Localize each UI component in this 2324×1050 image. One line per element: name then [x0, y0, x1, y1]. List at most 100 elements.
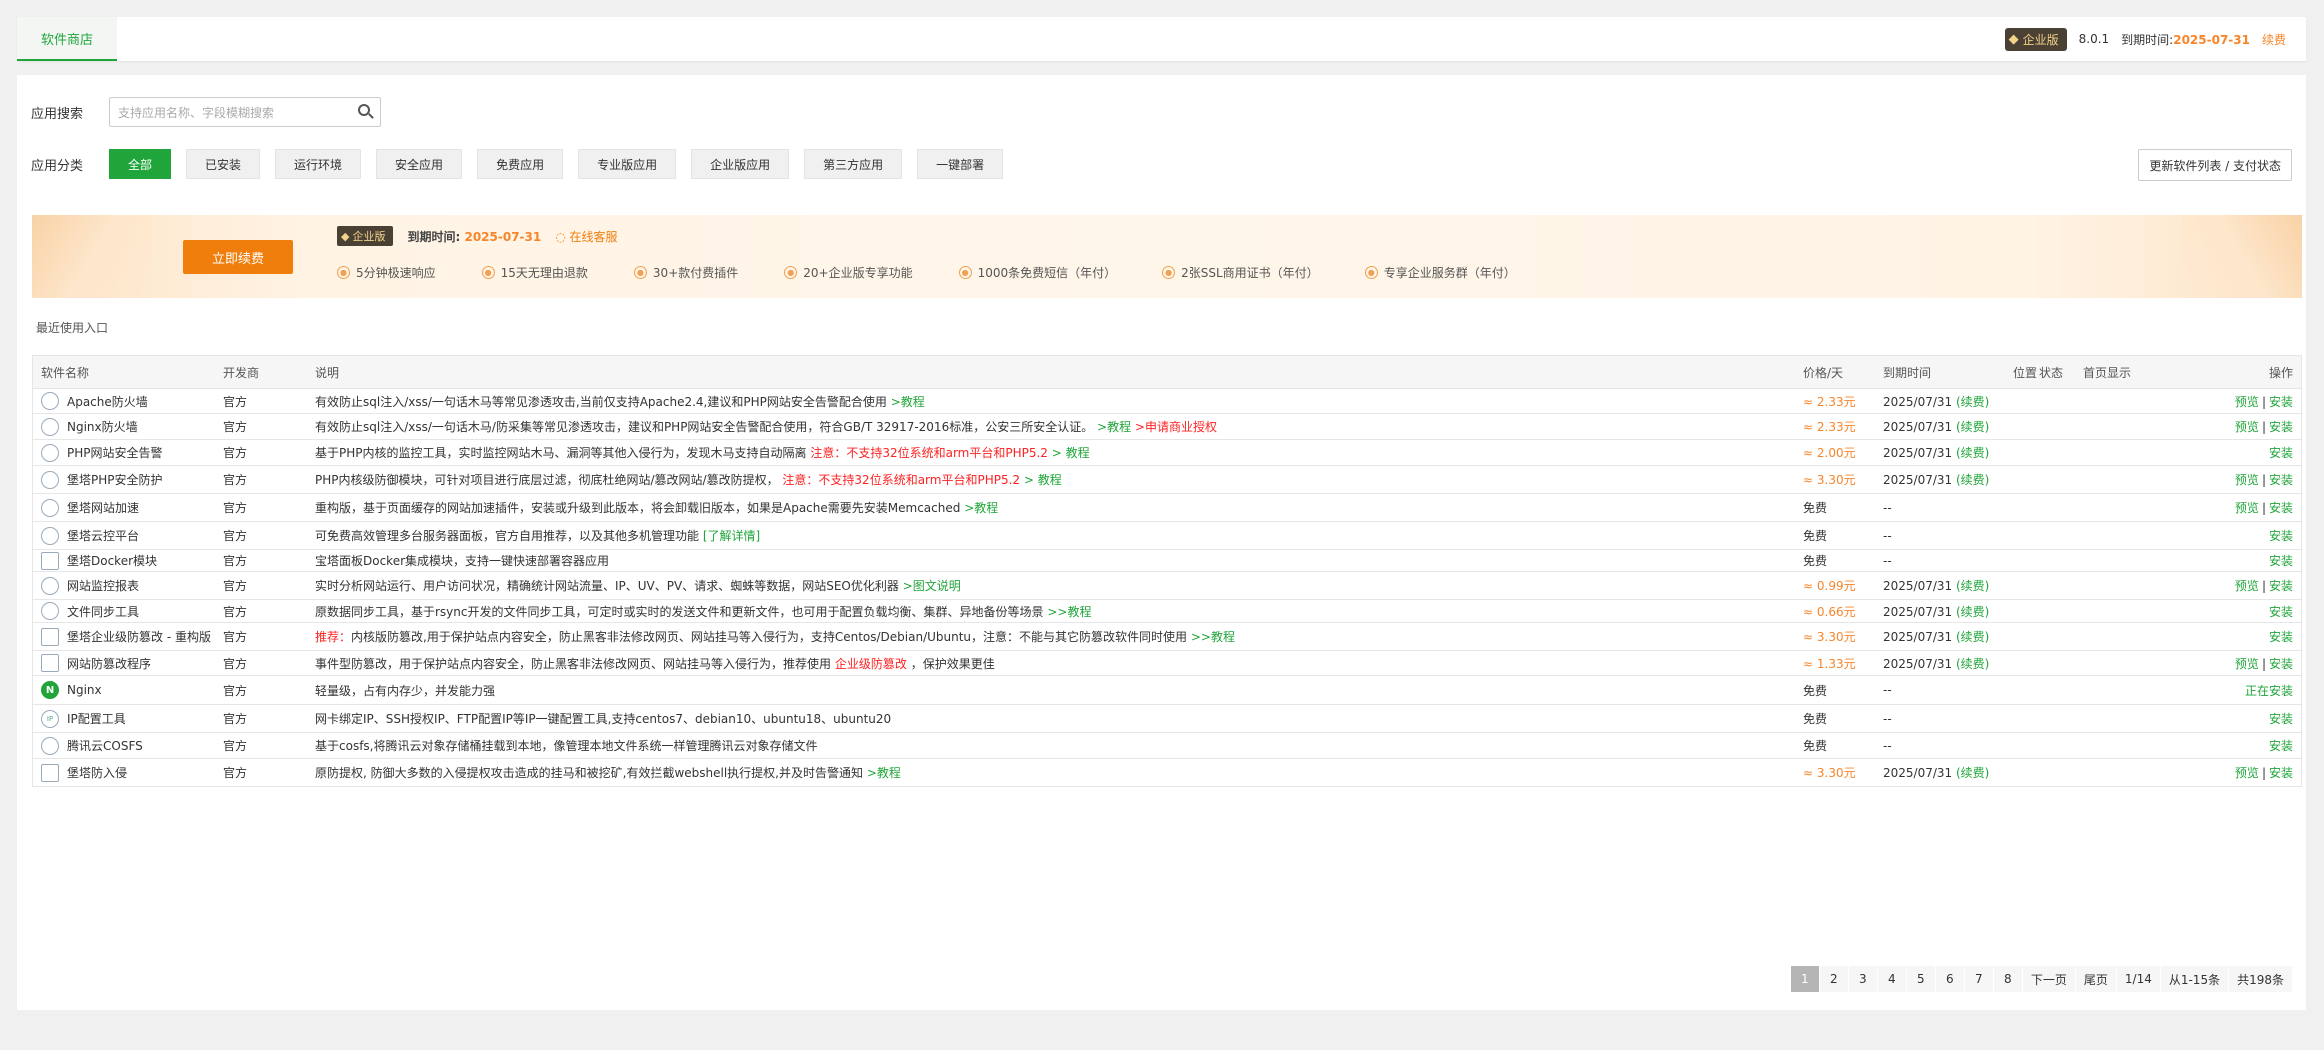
page-2[interactable]: 2	[1819, 966, 1848, 992]
tab-software-store[interactable]: 软件商店	[17, 17, 117, 61]
cell-developer: 官方	[223, 473, 248, 487]
install-link[interactable]: 安装	[2269, 605, 2293, 619]
software-name[interactable]: IP配置工具	[67, 710, 126, 727]
software-name[interactable]: 堡塔云控平台	[67, 527, 139, 544]
cell-developer: 官方	[223, 579, 248, 593]
preview-link[interactable]: 预览	[2235, 657, 2259, 671]
page-5[interactable]: 5	[1906, 966, 1935, 992]
tutorial-link[interactable]: >>教程	[1047, 605, 1091, 619]
renew-link[interactable]: 续费	[2262, 31, 2286, 48]
preview-link[interactable]: 预览	[2235, 420, 2259, 434]
install-link[interactable]: 安装	[2269, 554, 2293, 568]
category-0[interactable]: 全部	[109, 149, 172, 179]
page-1[interactable]: 1	[1790, 966, 1819, 992]
page-6[interactable]: 6	[1935, 966, 1964, 992]
page-4[interactable]: 4	[1877, 966, 1906, 992]
renew-link[interactable]: (续费)	[1956, 473, 1989, 487]
banner-feature: ● 1000条免费短信（年付）	[958, 264, 1116, 281]
page-7[interactable]: 7	[1964, 966, 1993, 992]
cell-name: 腾讯云COSFS	[33, 736, 223, 755]
preview-link[interactable]: 预览	[2235, 501, 2259, 515]
category-4[interactable]: 免费应用	[477, 149, 564, 179]
tutorial-link[interactable]: >教程	[1097, 420, 1131, 434]
feature-label: 30+款付费插件	[652, 266, 739, 280]
description-text: 重构版，基于页面缓存的网站加速插件，安装或升级到此版本，将会卸载旧版本，如果是A…	[315, 501, 961, 515]
preview-link[interactable]: 预览	[2235, 473, 2259, 487]
cell-expire: 2025/07/31 (续费)	[1883, 603, 2013, 620]
renew-link[interactable]: (续费)	[1956, 630, 1989, 644]
page-8[interactable]: 8	[1993, 966, 2022, 992]
software-name[interactable]: 堡塔企业级防篡改 - 重构版	[67, 628, 211, 645]
category-8[interactable]: 一键部署	[917, 149, 1004, 179]
page-3[interactable]: 3	[1848, 966, 1877, 992]
tutorial-link[interactable]: [了解详情]	[703, 529, 760, 543]
software-name[interactable]: 堡塔网站加速	[67, 499, 139, 516]
tutorial-link[interactable]: >教程	[867, 766, 901, 780]
description-text: 网卡绑定IP、SSH授权IP、FTP配置IP等IP一键配置工具,支持centos…	[315, 712, 892, 726]
software-name[interactable]: 网站监控报表	[67, 577, 139, 594]
update-list-button[interactable]: 更新软件列表 / 支付状态	[2138, 149, 2292, 181]
preview-link[interactable]: 预览	[2235, 395, 2259, 409]
software-name[interactable]: 网站防篡改程序	[67, 655, 151, 672]
category-1[interactable]: 已安装	[186, 149, 261, 179]
renew-link[interactable]: (续费)	[1956, 446, 1989, 460]
separator: |	[2261, 579, 2266, 593]
software-name[interactable]: Nginx防火墙	[67, 418, 138, 435]
tutorial-link[interactable]: >教程	[964, 501, 998, 515]
software-name[interactable]: Nginx	[67, 683, 102, 697]
install-link[interactable]: 安装	[2269, 446, 2293, 460]
install-link[interactable]: 安装	[2269, 579, 2293, 593]
software-name[interactable]: 腾讯云COSFS	[67, 737, 143, 754]
recent-entry-label: 最近使用入口	[36, 321, 109, 335]
software-name[interactable]: 堡塔PHP安全防护	[67, 471, 163, 488]
tutorial-link[interactable]: >教程	[891, 395, 925, 409]
next-page-button[interactable]: 下一页	[2022, 966, 2075, 992]
preview-link[interactable]: 预览	[2235, 579, 2259, 593]
description-warning[interactable]: 企业级防篡改	[835, 657, 907, 671]
software-name[interactable]: Apache防火墙	[67, 393, 148, 410]
install-link[interactable]: 安装	[2269, 766, 2293, 780]
last-page-button[interactable]: 尾页	[2075, 966, 2116, 992]
install-link[interactable]: 安装	[2269, 529, 2293, 543]
renew-link[interactable]: (续费)	[1956, 395, 1989, 409]
description-text: 轻量级，占有内存少，并发能力强	[315, 683, 496, 698]
search-input[interactable]	[110, 98, 350, 128]
install-link[interactable]: 正在安装	[2245, 684, 2293, 698]
install-link[interactable]: 安装	[2269, 473, 2293, 487]
renew-link[interactable]: (续费)	[1956, 766, 1989, 780]
description-warning[interactable]: >申请商业授权	[1135, 420, 1217, 434]
category-6[interactable]: 企业版应用	[691, 149, 790, 179]
install-link[interactable]: 安装	[2269, 712, 2293, 726]
feature-icon: ●	[337, 266, 350, 279]
description-suffix[interactable]: > 教程	[1024, 473, 1062, 487]
category-3[interactable]: 安全应用	[376, 149, 463, 179]
software-name[interactable]: 堡塔Docker模块	[67, 552, 157, 569]
header-price: 价格/天	[1803, 365, 1844, 380]
preview-link[interactable]: 预览	[2235, 766, 2259, 780]
software-name[interactable]: 堡塔防入侵	[67, 764, 127, 781]
description-suffix[interactable]: > 教程	[1052, 446, 1090, 460]
tutorial-link[interactable]: >图文说明	[903, 579, 961, 593]
install-link[interactable]: 安装	[2269, 395, 2293, 409]
install-link[interactable]: 安装	[2269, 657, 2293, 671]
online-service-link[interactable]: ◌ 在线客服	[555, 228, 617, 245]
renew-link[interactable]: (续费)	[1956, 579, 1989, 593]
software-name[interactable]: 文件同步工具	[67, 603, 139, 620]
software-name[interactable]: PHP网站安全告警	[67, 444, 163, 461]
search-icon[interactable]	[358, 104, 370, 116]
category-2[interactable]: 运行环境	[275, 149, 362, 179]
install-link[interactable]: 安装	[2269, 420, 2293, 434]
install-link[interactable]: 安装	[2269, 739, 2293, 753]
category-5[interactable]: 专业版应用	[578, 149, 677, 179]
renew-link[interactable]: (续费)	[1956, 605, 1989, 619]
renew-link[interactable]: (续费)	[1956, 420, 1989, 434]
renew-now-button[interactable]: 立即续费	[183, 240, 293, 274]
cell-expire: 2025/07/31 (续费)	[1883, 471, 2013, 488]
install-link[interactable]: 安装	[2269, 501, 2293, 515]
tutorial-link[interactable]: >>教程	[1191, 630, 1235, 644]
category-7[interactable]: 第三方应用	[804, 149, 903, 179]
renew-link[interactable]: (续费)	[1956, 657, 1989, 671]
banner-features: ● 5分钟极速响应 ● 15天无理由退款 ● 30+款付费插件 ● 20+企业版专享功能 ● 10…	[337, 264, 1562, 281]
cell-expire: 2025/07/31 (续费)	[1883, 764, 2013, 781]
install-link[interactable]: 安装	[2269, 630, 2293, 644]
